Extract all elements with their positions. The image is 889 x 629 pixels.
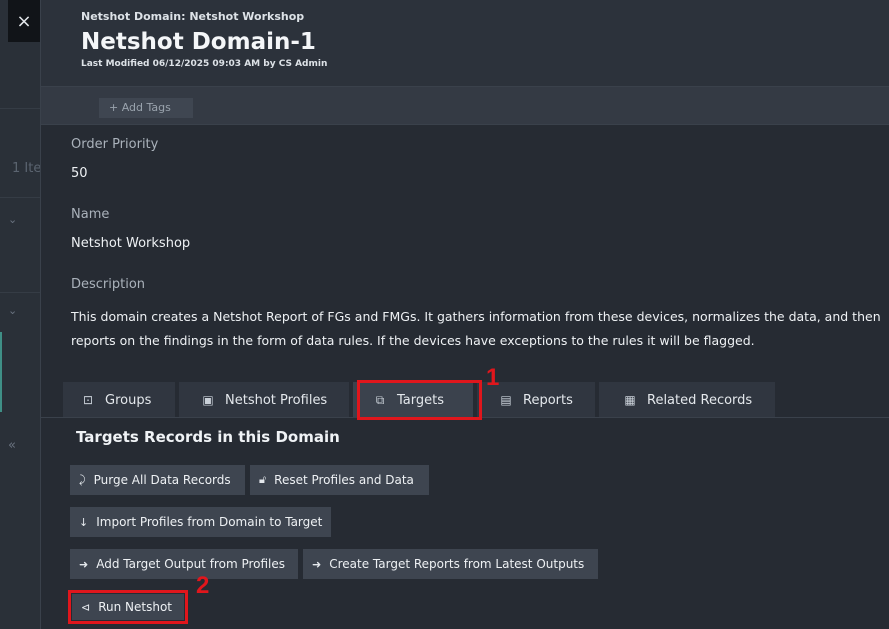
divider	[0, 108, 40, 109]
purge-all-data-records-button[interactable]: ⤸ Purge All Data Records	[70, 465, 245, 495]
targets-icon: ⧉	[375, 392, 385, 407]
chevron-down-icon: ⌄	[8, 304, 18, 317]
button-label: Import Profiles from Domain to Target	[96, 515, 323, 529]
profiles-icon: ▣	[202, 393, 214, 407]
tab-groups[interactable]: ⊡ Groups	[63, 382, 175, 418]
background-item-count: 1 Ite	[12, 161, 42, 176]
tab-label: Targets	[397, 392, 444, 408]
description-value: This domain creates a Netshot Report of …	[71, 309, 881, 348]
divider	[41, 417, 889, 418]
tab-netshot-profiles[interactable]: ▣ Netshot Profiles	[179, 382, 349, 418]
page-title: Netshot Domain-1	[81, 29, 316, 55]
tab-related-records[interactable]: ▦ Related Records	[599, 382, 775, 418]
tab-label: Related Records	[647, 392, 753, 408]
add-target-output-button[interactable]: ➜ Add Target Output from Profiles	[70, 549, 298, 579]
annotation-number-2: 2	[196, 572, 210, 599]
add-tags-button[interactable]: + Add Tags	[99, 98, 193, 118]
reports-icon: ▤	[500, 393, 512, 407]
arrow-right-icon: ➜	[312, 557, 322, 571]
modal-header: Netshot Domain: Netshot Workshop Netshot…	[41, 0, 889, 87]
description-label: Description	[71, 277, 146, 292]
button-label: Purge All Data Records	[93, 473, 231, 487]
create-target-reports-button[interactable]: ➜ Create Target Reports from Latest Outp…	[303, 549, 598, 579]
purge-icon: ⤸	[79, 473, 86, 486]
button-label: Run Netshot	[98, 600, 173, 614]
button-label: Add Target Output from Profiles	[96, 557, 286, 571]
record-modal: Netshot Domain: Netshot Workshop Netshot…	[40, 0, 889, 629]
button-label: Reset Profiles and Data	[274, 473, 414, 487]
panel-title: Targets Records in this Domain	[76, 428, 340, 446]
chevron-down-icon: ⌄	[8, 213, 18, 226]
groups-icon: ⊡	[82, 393, 94, 407]
tab-label: Groups	[105, 392, 152, 408]
import-profiles-button[interactable]: ↓ Import Profiles from Domain to Target	[70, 507, 331, 537]
annotation-number-1: 1	[486, 364, 500, 391]
button-label: Create Target Reports from Latest Output…	[329, 557, 585, 571]
divider	[0, 197, 40, 198]
selection-indicator	[0, 332, 2, 412]
order-priority-value: 50	[71, 166, 88, 181]
tags-bar: + Add Tags	[41, 87, 889, 125]
tab-targets[interactable]: ⧉ Targets	[353, 382, 473, 418]
record-fields: Order Priority 50 Name Netshot Workshop …	[41, 125, 889, 353]
close-button[interactable]: ×	[8, 0, 40, 42]
reset-profiles-and-data-button[interactable]: 🔓︎ Reset Profiles and Data	[250, 465, 429, 495]
order-priority-label: Order Priority	[71, 137, 159, 152]
arrow-right-icon: ➜	[79, 557, 89, 571]
tab-label: Reports	[523, 392, 573, 408]
breadcrumb: Netshot Domain: Netshot Workshop	[81, 10, 305, 23]
unlock-icon: 🔓︎	[259, 473, 267, 486]
tab-bar: ⊡ Groups ▣ Netshot Profiles ⧉ Targets ▤ …	[63, 382, 779, 418]
name-label: Name	[71, 207, 110, 222]
tab-label: Netshot Profiles	[225, 392, 328, 408]
related-records-icon: ▦	[624, 393, 636, 407]
last-modified-text: Last Modified 06/12/2025 09:03 AM by CS …	[81, 59, 328, 69]
run-netshot-button[interactable]: ⊲ Run Netshot	[72, 594, 184, 620]
netshot-run-icon: ⊲	[81, 600, 91, 614]
arrow-down-icon: ↓	[79, 515, 89, 529]
name-value: Netshot Workshop	[71, 236, 191, 251]
close-icon: ×	[16, 10, 32, 32]
chevron-double-left-icon: «	[8, 438, 16, 453]
divider	[0, 292, 40, 293]
